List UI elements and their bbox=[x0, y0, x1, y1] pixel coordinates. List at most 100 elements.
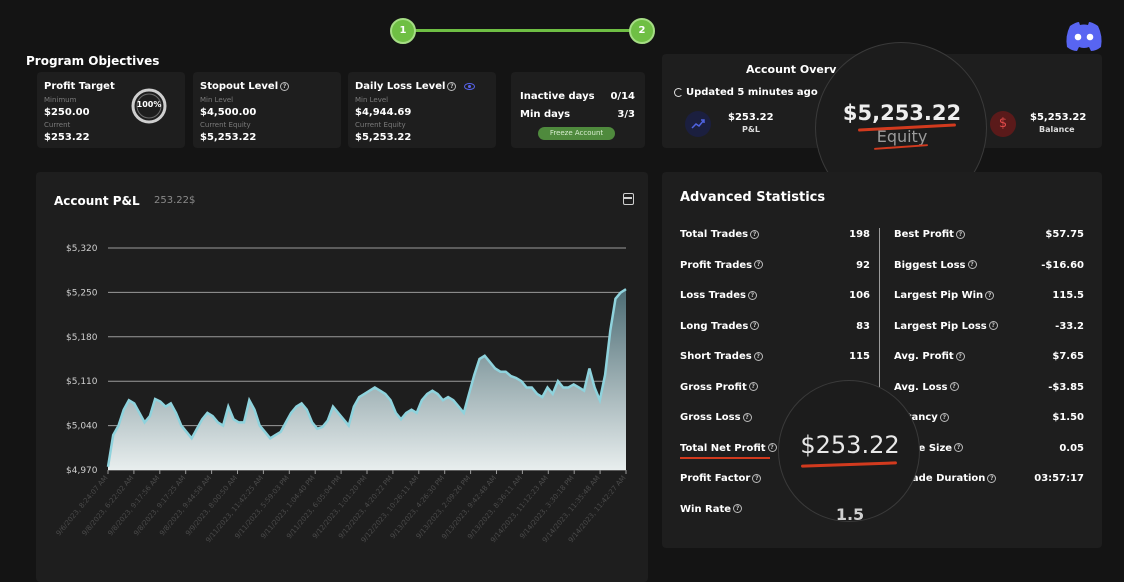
stat-label: Biggest Loss? bbox=[894, 260, 977, 271]
zoom-partial-value: 1.5 bbox=[835, 505, 865, 522]
help-icon[interactable]: ? bbox=[955, 229, 965, 239]
profit-target-min-label: Minimum bbox=[44, 96, 77, 104]
stat-label: Loss Trades? bbox=[680, 290, 757, 301]
stat-label: Gross Profit? bbox=[680, 382, 758, 393]
stat-value: $1.50 bbox=[1052, 412, 1084, 423]
help-icon[interactable]: ? bbox=[742, 412, 752, 422]
help-icon[interactable]: ? bbox=[985, 290, 995, 300]
help-icon[interactable]: ? bbox=[447, 81, 457, 91]
stat-label: Profit Trades? bbox=[680, 259, 764, 271]
help-icon[interactable]: ? bbox=[967, 260, 977, 269]
help-icon[interactable]: ? bbox=[750, 321, 760, 330]
y-tick-label: $4,970 bbox=[66, 466, 98, 476]
stat-label: Total Trades? bbox=[680, 229, 760, 240]
objectives-title: Program Objectives bbox=[26, 54, 160, 68]
y-tick-label: $5,110 bbox=[66, 377, 98, 387]
profit-target-min-value: $250.00 bbox=[44, 107, 90, 118]
stopout-label-wrap: Stopout Level? bbox=[200, 81, 290, 92]
stat-label: Avg. Profit? bbox=[894, 351, 965, 362]
stopout-card: Stopout Level? Min Level $4,500.00 Curre… bbox=[193, 72, 341, 148]
profit-target-label: Profit Target bbox=[44, 81, 115, 92]
stat-label-text: Avg. Loss bbox=[894, 381, 948, 393]
stat-value: -$3.85 bbox=[1048, 381, 1084, 393]
stat-label-text: Total Net Profit bbox=[680, 442, 766, 454]
stepper-line bbox=[410, 29, 635, 32]
profit-magnifier: $253.22 1.5 bbox=[778, 380, 920, 522]
help-icon[interactable]: ? bbox=[754, 260, 764, 269]
stat-label-text: Profit Factor bbox=[680, 473, 751, 484]
updated-text: Updated 5 minutes ago bbox=[686, 87, 818, 98]
help-icon[interactable]: ? bbox=[767, 443, 777, 452]
stat-label-text: Gross Loss bbox=[680, 412, 741, 423]
stat-label: Win Rate? bbox=[680, 503, 743, 515]
stat-label-text: Avg. Profit bbox=[894, 351, 954, 362]
refresh-icon[interactable] bbox=[674, 87, 683, 97]
eye-icon[interactable] bbox=[464, 82, 476, 90]
help-icon[interactable]: ? bbox=[949, 382, 959, 391]
daily-loss-label-wrap: Daily Loss Level? bbox=[355, 81, 476, 92]
stat-value: -$16.60 bbox=[1041, 259, 1084, 271]
help-icon[interactable]: ? bbox=[954, 443, 964, 452]
stat-label-text: Short Trades bbox=[680, 351, 752, 362]
stat-label: Best Profit? bbox=[894, 229, 965, 240]
updated-row: Updated 5 minutes ago bbox=[674, 87, 818, 98]
stat-value: 0.05 bbox=[1059, 442, 1084, 454]
pnl-value: $253.22 bbox=[728, 112, 774, 123]
daily-loss-card: Daily Loss Level? Min Level $4,944.69 Cu… bbox=[348, 72, 496, 148]
help-icon[interactable]: ? bbox=[987, 473, 997, 483]
stat-value: 92 bbox=[856, 259, 870, 271]
help-icon[interactable]: ? bbox=[748, 382, 758, 391]
inactive-days-label: Inactive days bbox=[520, 91, 595, 102]
x-tick-label: 9/8/2023, 6:22:02 AM bbox=[80, 474, 135, 537]
stat-value: 115 bbox=[849, 351, 870, 362]
stat-value: $57.75 bbox=[1045, 229, 1084, 240]
stats-divider bbox=[879, 228, 880, 398]
help-icon[interactable]: ? bbox=[988, 321, 998, 330]
y-tick-label: $5,180 bbox=[66, 333, 98, 343]
stopout-cur-value: $5,253.22 bbox=[200, 132, 257, 143]
step-1[interactable]: 1 bbox=[390, 18, 416, 44]
x-tick-label: 9/8/2023, 9:44:58 AM bbox=[158, 474, 213, 537]
y-tick-label: $5,040 bbox=[66, 422, 98, 432]
stat-label: Long Trades? bbox=[680, 320, 760, 332]
daily-loss-cur-value: $5,253.22 bbox=[355, 132, 412, 143]
help-icon[interactable]: ? bbox=[280, 81, 290, 91]
daily-loss-cur-label: Current Equity bbox=[355, 121, 406, 129]
days-card: Inactive days 0/14 Min days 3/3 Freeze A… bbox=[511, 72, 645, 148]
discord-icon[interactable] bbox=[1064, 20, 1104, 52]
stat-label-text: Profit Trades bbox=[680, 259, 753, 271]
equity-label: Equity bbox=[876, 127, 928, 146]
stat-label-text: Win Rate bbox=[680, 503, 732, 515]
stat-value: 106 bbox=[849, 290, 870, 301]
freeze-account-button[interactable]: Freeze Account bbox=[538, 127, 615, 140]
daily-loss-label: Daily Loss Level bbox=[355, 81, 446, 92]
step-2[interactable]: 2 bbox=[629, 18, 655, 44]
stat-value: $7.65 bbox=[1052, 351, 1084, 362]
help-icon[interactable]: ? bbox=[955, 351, 965, 361]
help-icon[interactable]: ? bbox=[733, 504, 743, 513]
daily-loss-min-value: $4,944.69 bbox=[355, 107, 412, 118]
zoom-net-profit: $253.22 bbox=[800, 431, 900, 459]
stat-label-text: Largest Pip Loss bbox=[894, 320, 987, 332]
zoom-underline bbox=[800, 461, 898, 468]
pnl-label: P&L bbox=[742, 125, 760, 134]
x-tick-label: 9/9/2023, 8:00:50 AM bbox=[184, 474, 239, 537]
advanced-title: Advanced Statistics bbox=[680, 190, 826, 205]
balance-value: $5,253.22 bbox=[1030, 112, 1087, 123]
equity-value: $5,253.22 bbox=[842, 101, 962, 125]
help-icon[interactable]: ? bbox=[747, 290, 757, 300]
stat-value: 115.5 bbox=[1052, 290, 1084, 301]
help-icon[interactable]: ? bbox=[939, 412, 949, 422]
stat-label-text: Long Trades bbox=[680, 320, 749, 332]
help-icon[interactable]: ? bbox=[753, 351, 763, 361]
min-days-label: Min days bbox=[520, 109, 571, 120]
stat-label-text: Best Profit bbox=[894, 229, 954, 240]
help-icon[interactable]: ? bbox=[752, 473, 762, 483]
pnl-chart-plot: $5,320 $5,250 $5,180 $5,110 $5,040 $4,970 9/6… bbox=[55, 244, 628, 544]
stopout-min-label: Min Level bbox=[200, 96, 234, 104]
balance-icon: $ bbox=[990, 111, 1016, 137]
pnl-area bbox=[108, 289, 626, 470]
x-tick-label: 9/8/2023, 9:17:25 AM bbox=[132, 474, 187, 537]
help-icon[interactable]: ? bbox=[750, 229, 760, 239]
stat-value: 198 bbox=[849, 229, 870, 240]
